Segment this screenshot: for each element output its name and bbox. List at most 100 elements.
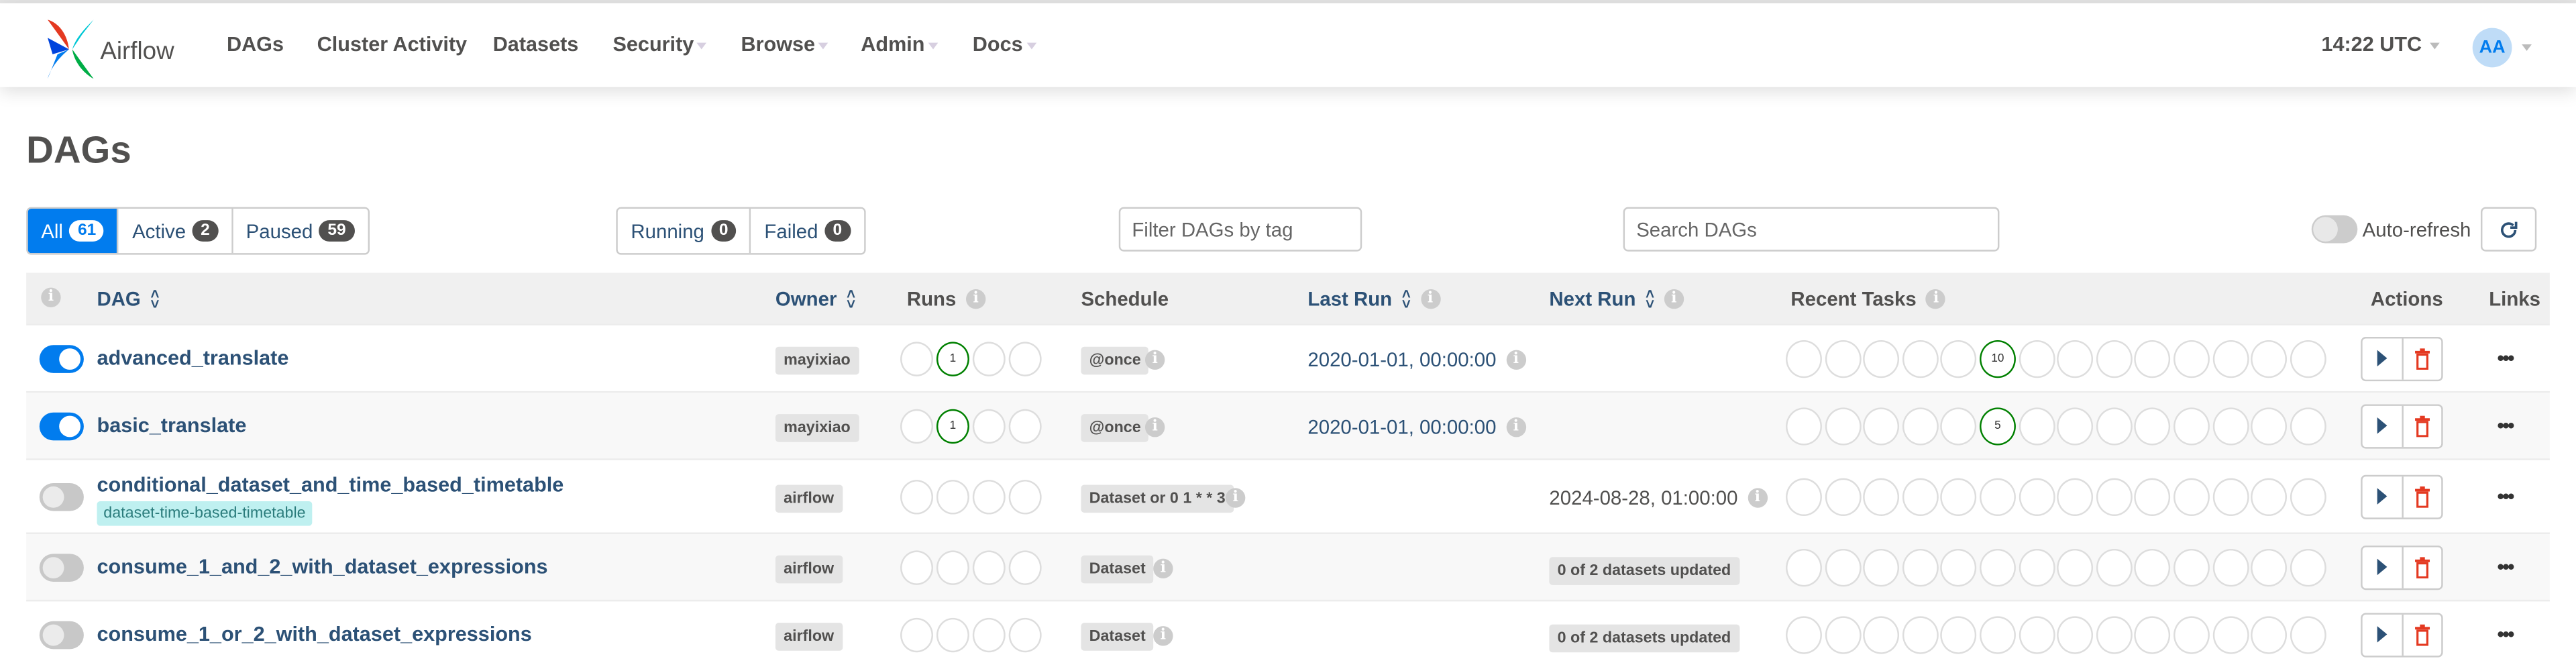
filter-paused-button[interactable]: Paused 59 xyxy=(233,209,368,254)
task-state-circle[interactable] xyxy=(2251,615,2288,654)
filter-running-button[interactable]: Running 0 xyxy=(617,209,751,254)
task-state-circle[interactable] xyxy=(2018,615,2055,654)
info-icon[interactable]: i xyxy=(1144,349,1165,369)
task-state-circle[interactable] xyxy=(1902,339,1939,378)
schedule-label[interactable]: Dataset or 0 1 * * 3 xyxy=(1081,484,1234,512)
task-state-circle[interactable] xyxy=(1786,615,1822,654)
run-state-circle[interactable] xyxy=(936,617,969,652)
info-icon[interactable]: i xyxy=(1225,487,1246,507)
datasets-updated-label[interactable]: 0 of 2 datasets updated xyxy=(1549,623,1739,652)
task-state-circle[interactable] xyxy=(2290,407,2326,445)
delete-dag-button[interactable] xyxy=(2403,338,2442,378)
nav-dags[interactable]: DAGs xyxy=(227,33,284,56)
delete-dag-button[interactable] xyxy=(2403,614,2442,655)
trigger-dag-button[interactable] xyxy=(2363,405,2403,446)
task-state-circle[interactable] xyxy=(2018,477,2055,515)
info-icon[interactable]: i xyxy=(1664,289,1684,309)
task-state-circle[interactable] xyxy=(2251,477,2288,515)
task-state-circle[interactable] xyxy=(1786,477,1822,515)
run-state-circle[interactable] xyxy=(936,478,969,514)
schedule-label[interactable]: @once xyxy=(1081,346,1149,374)
task-state-circle[interactable] xyxy=(2135,407,2171,445)
filter-all-button[interactable]: All 61 xyxy=(28,209,119,254)
search-dags-input[interactable] xyxy=(1623,207,2000,252)
pause-toggle[interactable] xyxy=(39,344,84,372)
run-state-circle[interactable] xyxy=(900,341,934,376)
nav-admin[interactable]: Admin xyxy=(861,33,938,56)
links-menu-button[interactable]: ••• xyxy=(2497,622,2514,645)
task-state-circle[interactable] xyxy=(2212,407,2249,445)
datasets-updated-label[interactable]: 0 of 2 datasets updated xyxy=(1549,556,1739,584)
dag-link[interactable]: consume_1_and_2_with_dataset_expressions xyxy=(97,555,547,578)
refresh-button[interactable] xyxy=(2480,207,2537,252)
task-state-circle[interactable] xyxy=(1824,548,1861,586)
task-state-circle[interactable] xyxy=(1824,407,1861,445)
pause-toggle[interactable] xyxy=(39,620,84,649)
dag-link[interactable]: conditional_dataset_and_time_based_timet… xyxy=(97,473,564,496)
schedule-label[interactable]: Dataset xyxy=(1081,621,1155,650)
task-state-circle[interactable] xyxy=(1902,407,1939,445)
dag-link[interactable]: basic_translate xyxy=(97,413,246,436)
trigger-dag-button[interactable] xyxy=(2363,613,2403,655)
task-state-circle[interactable] xyxy=(1941,407,1978,445)
run-state-circle[interactable] xyxy=(900,617,934,652)
task-state-circle[interactable] xyxy=(2057,407,2094,445)
task-state-circle[interactable] xyxy=(2173,339,2210,378)
task-state-circle[interactable] xyxy=(2057,548,2094,586)
user-avatar[interactable]: AA xyxy=(2472,28,2512,68)
schedule-label[interactable]: Dataset xyxy=(1081,554,1155,583)
links-menu-button[interactable]: ••• xyxy=(2497,555,2514,578)
info-icon[interactable]: i xyxy=(966,289,986,309)
task-state-circle[interactable] xyxy=(2135,548,2171,586)
run-state-circle[interactable] xyxy=(1008,478,1042,514)
info-icon[interactable]: i xyxy=(1506,349,1526,369)
task-state-circle[interactable] xyxy=(2096,548,2133,586)
task-state-circle[interactable] xyxy=(1863,548,1900,586)
run-state-circle[interactable] xyxy=(1008,341,1042,376)
links-menu-button[interactable]: ••• xyxy=(2497,346,2514,369)
task-state-circle[interactable] xyxy=(1824,615,1861,654)
info-icon[interactable]: i xyxy=(1144,416,1165,437)
task-state-circle[interactable] xyxy=(1941,548,1978,586)
task-state-circle[interactable] xyxy=(2173,407,2210,445)
task-state-circle[interactable] xyxy=(2212,615,2249,654)
nav-security[interactable]: Security xyxy=(612,33,707,56)
task-state-circle[interactable] xyxy=(2057,339,2094,378)
dag-link[interactable]: advanced_translate xyxy=(97,346,288,369)
tag-filter-input[interactable] xyxy=(1118,207,1362,252)
run-state-circle[interactable] xyxy=(900,408,934,444)
task-state-circle[interactable] xyxy=(2057,477,2094,515)
task-state-circle[interactable] xyxy=(2212,339,2249,378)
task-state-circle[interactable] xyxy=(2290,548,2326,586)
pause-toggle[interactable] xyxy=(39,553,84,581)
task-state-circle[interactable] xyxy=(1824,339,1861,378)
task-state-circle[interactable] xyxy=(2018,339,2055,378)
run-state-circle[interactable] xyxy=(972,478,1006,514)
filter-failed-button[interactable]: Failed 0 xyxy=(751,209,863,254)
task-state-circle[interactable] xyxy=(2251,339,2288,378)
task-state-circle[interactable] xyxy=(1863,615,1900,654)
task-state-circle[interactable]: 10 xyxy=(1979,339,2016,378)
task-state-circle[interactable] xyxy=(1863,407,1900,445)
info-icon[interactable]: i xyxy=(1926,289,1946,309)
run-state-circle[interactable]: 1 xyxy=(936,408,969,444)
task-state-circle[interactable] xyxy=(2096,615,2133,654)
run-state-circle[interactable] xyxy=(900,478,934,514)
info-icon[interactable]: i xyxy=(1420,289,1440,309)
task-state-circle[interactable] xyxy=(2096,477,2133,515)
task-state-circle[interactable] xyxy=(1786,339,1822,378)
delete-dag-button[interactable] xyxy=(2403,546,2442,587)
run-state-circle[interactable] xyxy=(972,617,1006,652)
last-run-link[interactable]: 2020-01-01, 00:00:00 i xyxy=(1307,415,1526,438)
task-state-circle[interactable] xyxy=(1824,477,1861,515)
header-next-run[interactable]: Next Run ˄ ˅ i xyxy=(1549,287,1684,311)
schedule-label[interactable]: @once xyxy=(1081,413,1149,442)
task-state-circle[interactable] xyxy=(1902,477,1939,515)
task-state-circle[interactable] xyxy=(1941,339,1978,378)
run-state-circle[interactable] xyxy=(900,550,934,584)
header-owner[interactable]: Owner ˄ ˅ xyxy=(775,287,855,311)
run-state-circle[interactable] xyxy=(1008,408,1042,444)
info-icon[interactable]: i xyxy=(1506,416,1526,437)
dag-link[interactable]: consume_1_or_2_with_dataset_expressions xyxy=(97,622,531,645)
task-state-circle[interactable] xyxy=(2173,615,2210,654)
